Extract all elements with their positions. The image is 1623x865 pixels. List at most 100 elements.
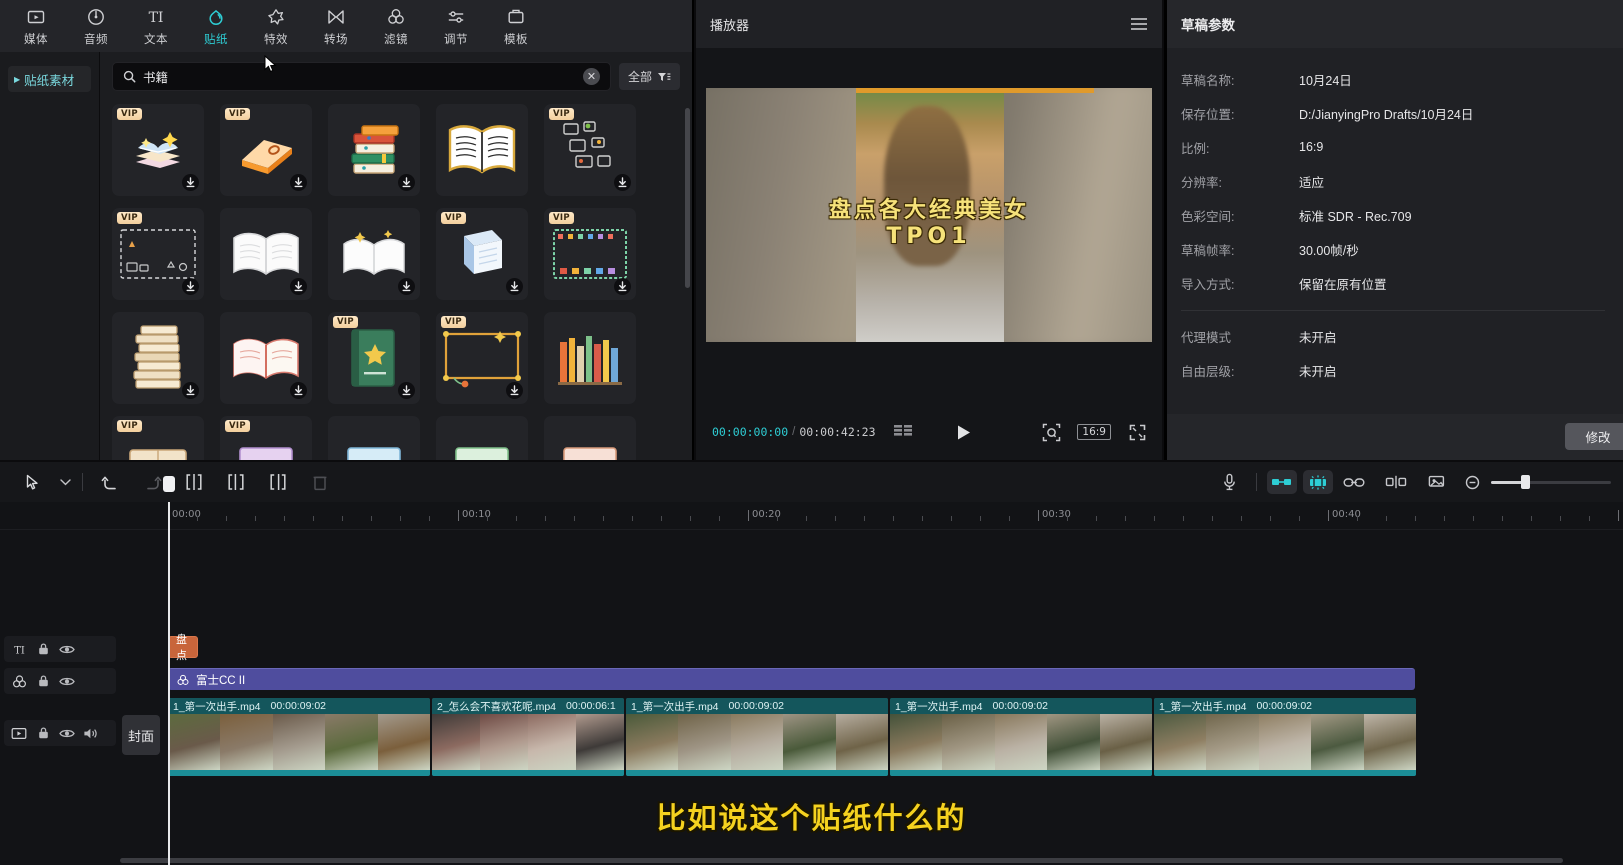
video-clip-header: 1_第一次出手.mp4 00:00:09:02 [168, 698, 430, 714]
tab-text[interactable]: TI 文本 [126, 1, 186, 51]
sticker-item[interactable]: VIP [112, 208, 204, 300]
sticker-item[interactable] [436, 104, 528, 196]
download-icon[interactable] [182, 174, 199, 191]
link-icon[interactable] [1333, 466, 1375, 498]
download-icon[interactable] [506, 278, 523, 295]
tab-audio[interactable]: 音频 [66, 1, 126, 51]
sticker-item[interactable] [328, 104, 420, 196]
select-tool[interactable] [12, 466, 54, 498]
search-input[interactable] [143, 69, 576, 84]
sticker-item[interactable] [436, 416, 528, 460]
download-icon[interactable] [182, 382, 199, 399]
filter-clip[interactable]: 富士CC II [168, 668, 1415, 690]
mirror-icon[interactable] [1375, 466, 1417, 498]
sticker-item[interactable]: VIP [220, 416, 312, 460]
text-clip[interactable]: 盘点 [168, 634, 198, 662]
sticker-item[interactable]: VIP [436, 312, 528, 404]
download-icon[interactable] [614, 174, 631, 191]
sticker-item[interactable] [544, 312, 636, 404]
lock-icon[interactable] [34, 672, 52, 690]
trim-right-button[interactable] [257, 466, 299, 498]
download-icon[interactable] [506, 382, 523, 399]
video-clip[interactable]: 1_第一次出手.mp4 00:00:09:02 [1154, 698, 1416, 776]
sticker-item[interactable]: VIP [112, 104, 204, 196]
magnet-toggle[interactable] [1303, 470, 1333, 494]
sticker-item[interactable]: VIP [112, 416, 204, 460]
frames-icon[interactable] [893, 425, 914, 439]
video-clip[interactable]: 1_第一次出手.mp4 00:00:09:02 [890, 698, 1152, 776]
sticker-item[interactable] [112, 312, 204, 404]
microphone-icon[interactable] [1208, 466, 1250, 498]
sticker-item[interactable]: VIP [436, 208, 528, 300]
modify-button[interactable]: 修改 [1565, 423, 1623, 450]
clear-search-icon[interactable]: ✕ [582, 68, 600, 85]
zoom-slider-knob[interactable] [1521, 475, 1530, 489]
player-controls: 00:00:00:00 / 00:00:42:23 16:9 [696, 418, 1162, 446]
sticker-item[interactable] [220, 312, 312, 404]
preview-stage[interactable]: 盘点各大经典美女 TPO1 [706, 88, 1152, 342]
preview-icon[interactable] [1417, 466, 1459, 498]
sticker-item[interactable] [220, 208, 312, 300]
tab-filter[interactable]: 滤镜 [366, 1, 426, 51]
trim-left-button[interactable] [215, 466, 257, 498]
filter-button[interactable]: 全部 [618, 63, 680, 90]
volume-icon[interactable] [82, 724, 100, 742]
library-category-list: ▶ 贴纸素材 [0, 52, 100, 460]
sticker-item[interactable] [328, 416, 420, 460]
download-icon[interactable] [182, 278, 199, 295]
cover-button[interactable]: 封面 [122, 715, 160, 755]
text-track-head[interactable]: TI [4, 636, 116, 662]
tool-dropdown[interactable] [54, 466, 76, 498]
filter-track-head[interactable] [4, 668, 116, 694]
playhead[interactable] [163, 476, 175, 865]
download-icon[interactable] [398, 278, 415, 295]
download-icon[interactable] [614, 278, 631, 295]
fullscreen-icon[interactable] [1129, 424, 1146, 441]
lock-icon[interactable] [34, 640, 52, 658]
play-icon[interactable] [956, 424, 972, 441]
playhead-handle[interactable] [163, 476, 175, 492]
video-clip[interactable]: 1_第一次出手.mp4 00:00:09:02 [168, 698, 430, 776]
lock-icon[interactable] [34, 724, 52, 742]
tab-template[interactable]: 模板 [486, 1, 546, 51]
video-track-head[interactable] [4, 720, 116, 746]
download-icon[interactable] [290, 174, 307, 191]
sticker-item[interactable] [544, 416, 636, 460]
eye-icon[interactable] [58, 672, 76, 690]
split-clip-toggle[interactable] [1267, 470, 1297, 494]
zoom-out-icon[interactable] [1459, 466, 1485, 498]
download-icon[interactable] [290, 382, 307, 399]
aspect-ratio-chip[interactable]: 16:9 [1077, 424, 1111, 440]
download-icon[interactable] [398, 174, 415, 191]
eye-icon[interactable] [58, 724, 76, 742]
category-sticker-assets[interactable]: ▶ 贴纸素材 [8, 66, 91, 92]
download-icon[interactable] [398, 382, 415, 399]
undo-button[interactable] [89, 466, 131, 498]
hamburger-icon[interactable] [1130, 17, 1148, 31]
eye-icon[interactable] [58, 640, 76, 658]
tab-adjust[interactable]: 调节 [426, 1, 486, 51]
library-scrollbar[interactable] [685, 108, 690, 288]
tab-media[interactable]: 媒体 [6, 1, 66, 51]
current-time[interactable]: 00:00:00:00 [712, 425, 788, 439]
tab-transition[interactable]: 转场 [306, 1, 366, 51]
crop-icon[interactable] [1042, 423, 1061, 442]
delete-button[interactable] [299, 466, 341, 498]
ruler-tick [516, 516, 517, 521]
sticker-item[interactable]: VIP [328, 312, 420, 404]
video-clip[interactable]: 1_第一次出手.mp4 00:00:09:02 [626, 698, 888, 776]
tab-effects[interactable]: 特效 [246, 1, 306, 51]
vip-badge: VIP [549, 212, 574, 224]
sticker-item[interactable] [328, 208, 420, 300]
sticker-item[interactable]: VIP [544, 208, 636, 300]
search-box[interactable]: ✕ [112, 62, 611, 91]
timeline-horizontal-scrollbar[interactable] [120, 858, 1563, 863]
timeline-ruler[interactable]: 00:00 00:10 00:20 00:30 00:40 [0, 502, 1623, 530]
download-icon[interactable] [290, 278, 307, 295]
zoom-slider[interactable] [1491, 475, 1611, 489]
video-clip[interactable]: 2_怎么会不喜欢花呢.mp4 00:00:06:1 [432, 698, 624, 776]
sticker-item[interactable]: VIP [220, 104, 312, 196]
sticker-item[interactable]: VIP [544, 104, 636, 196]
tab-sticker[interactable]: 贴纸 [186, 1, 246, 51]
split-button[interactable] [173, 466, 215, 498]
